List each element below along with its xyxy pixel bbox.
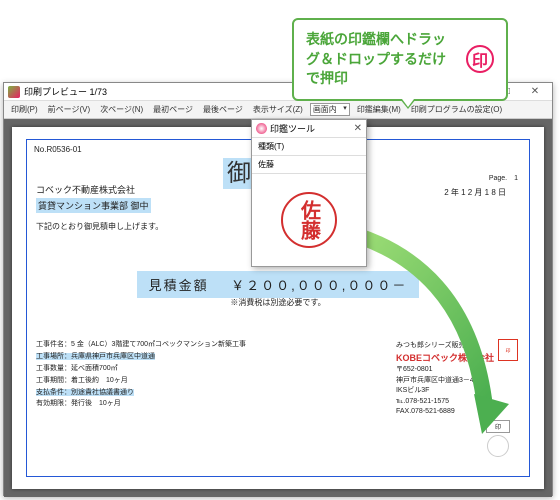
callout-tail-icon <box>400 99 416 109</box>
tb-zoom-label: 表示サイズ(Z) <box>250 103 306 116</box>
stamp-badge-icon: 印 <box>466 45 494 73</box>
preview-window: 印刷プレビュー 1/73 — □ ✕ 印刷(P) 前ページ(V) 次ページ(N)… <box>3 82 553 496</box>
tb-prev[interactable]: 前ページ(V) <box>45 103 94 116</box>
workspace: No.R0536-01 御見積 Page. 1 2 年 1 2 月 1 8 日 … <box>4 119 552 497</box>
app-icon <box>8 86 20 98</box>
tax-note: ※消費税は別途必要です。 <box>34 297 522 308</box>
instruction-callout: 表紙の印鑑欄へドラッグ＆ドロップするだけで押印 印 <box>292 18 508 101</box>
detail-period: 工事期間：着工後約 10ヶ月 <box>36 375 246 387</box>
tb-print-settings[interactable]: 印刷プログラムの設定(O) <box>408 103 505 116</box>
callout-text: 表紙の印鑑欄へドラッグ＆ドロップするだけで押印 <box>306 30 458 89</box>
amount-label: 見積金額 <box>149 278 209 293</box>
zoom-select[interactable]: 画面内 <box>310 103 350 116</box>
company-line1: コベック不動産株式会社 <box>36 183 151 196</box>
stamp-drop-slot[interactable]: 印 <box>486 420 510 457</box>
detail-name: 工事件名：5 金（ALC）3階建て700㎡コベックマンション新築工事 <box>36 339 246 351</box>
tool-titlebar: 印鑑ツール ✕ <box>252 120 366 138</box>
tb-stamp-edit[interactable]: 印鑑編集(M) <box>354 103 404 116</box>
detail-payment: 支払条件：別途貴社協議書通り <box>36 387 246 399</box>
tool-title-text: 印鑑ツール <box>270 122 315 135</box>
doc-date: 2 年 1 2 月 1 8 日 <box>444 187 506 198</box>
detail-qty: 工事数量：延べ面積700㎡ <box>36 363 246 375</box>
amount-row: 見積金額 ￥２００,０００,０００－ <box>34 271 522 298</box>
toolbar: 印刷(P) 前ページ(V) 次ページ(N) 最初ページ 最後ページ 表示サイズ(… <box>4 101 552 119</box>
detail-valid: 有効期限：発行後 10ヶ月 <box>36 398 246 410</box>
tb-print[interactable]: 印刷(P) <box>8 103 41 116</box>
stamp-tool-panel[interactable]: 印鑑ツール ✕ 種類(T) 佐藤 佐藤 <box>251 119 367 267</box>
tb-next[interactable]: 次ページ(N) <box>97 103 146 116</box>
footer-tel: ℡.078-521-1575 <box>396 397 494 408</box>
footer-zip: 〒652-0801 <box>396 365 494 376</box>
tool-type-row[interactable]: 種類(T) <box>252 138 366 156</box>
page-number: Page. 1 <box>489 173 518 183</box>
tool-icon <box>256 123 267 134</box>
company-line2: 賃貸マンション事業部 御中 <box>36 198 151 213</box>
project-details: 工事件名：5 金（ALC）3階建て700㎡コベックマンション新築工事 工事場所：… <box>36 339 246 410</box>
issuer-footer: みつも郎シリーズ販売 KOBEコベック株式会社 〒652-0801 神戸市兵庫区… <box>396 341 494 418</box>
amount-box: 見積金額 ￥２００,０００,０００－ <box>137 271 420 298</box>
stamp-slot-circle-icon <box>487 435 509 457</box>
tool-preview: 佐藤 <box>252 174 366 266</box>
tool-name-row[interactable]: 佐藤 <box>252 156 366 174</box>
footer-bldg: IKSビル3F <box>396 386 494 397</box>
intro-message: 下記のとおり御見積申し上げます。 <box>36 221 163 232</box>
close-button[interactable]: ✕ <box>522 85 548 99</box>
footer-brand: KOBEコベック株式会社 <box>396 352 494 366</box>
tb-first[interactable]: 最初ページ <box>150 103 196 116</box>
detail-location: 工事場所：兵庫県神戸市兵庫区中道通 <box>36 351 246 363</box>
footer-series: みつも郎シリーズ販売 <box>396 341 494 352</box>
stamp-slot-label: 印 <box>486 420 510 433</box>
hanko-stamp-icon[interactable]: 佐藤 <box>281 192 337 248</box>
footer-addr: 神戸市兵庫区中道通3－4－3 <box>396 376 494 387</box>
recipient-company: コベック不動産株式会社 賃貸マンション事業部 御中 <box>36 183 151 213</box>
tool-close-button[interactable]: ✕ <box>354 123 362 134</box>
footer-fax: FAX.078-521-6889 <box>396 407 494 418</box>
amount-value: ￥２００,０００,０００－ <box>231 278 407 293</box>
company-square-seal-icon: 印 <box>498 339 518 361</box>
tb-last[interactable]: 最後ページ <box>200 103 246 116</box>
